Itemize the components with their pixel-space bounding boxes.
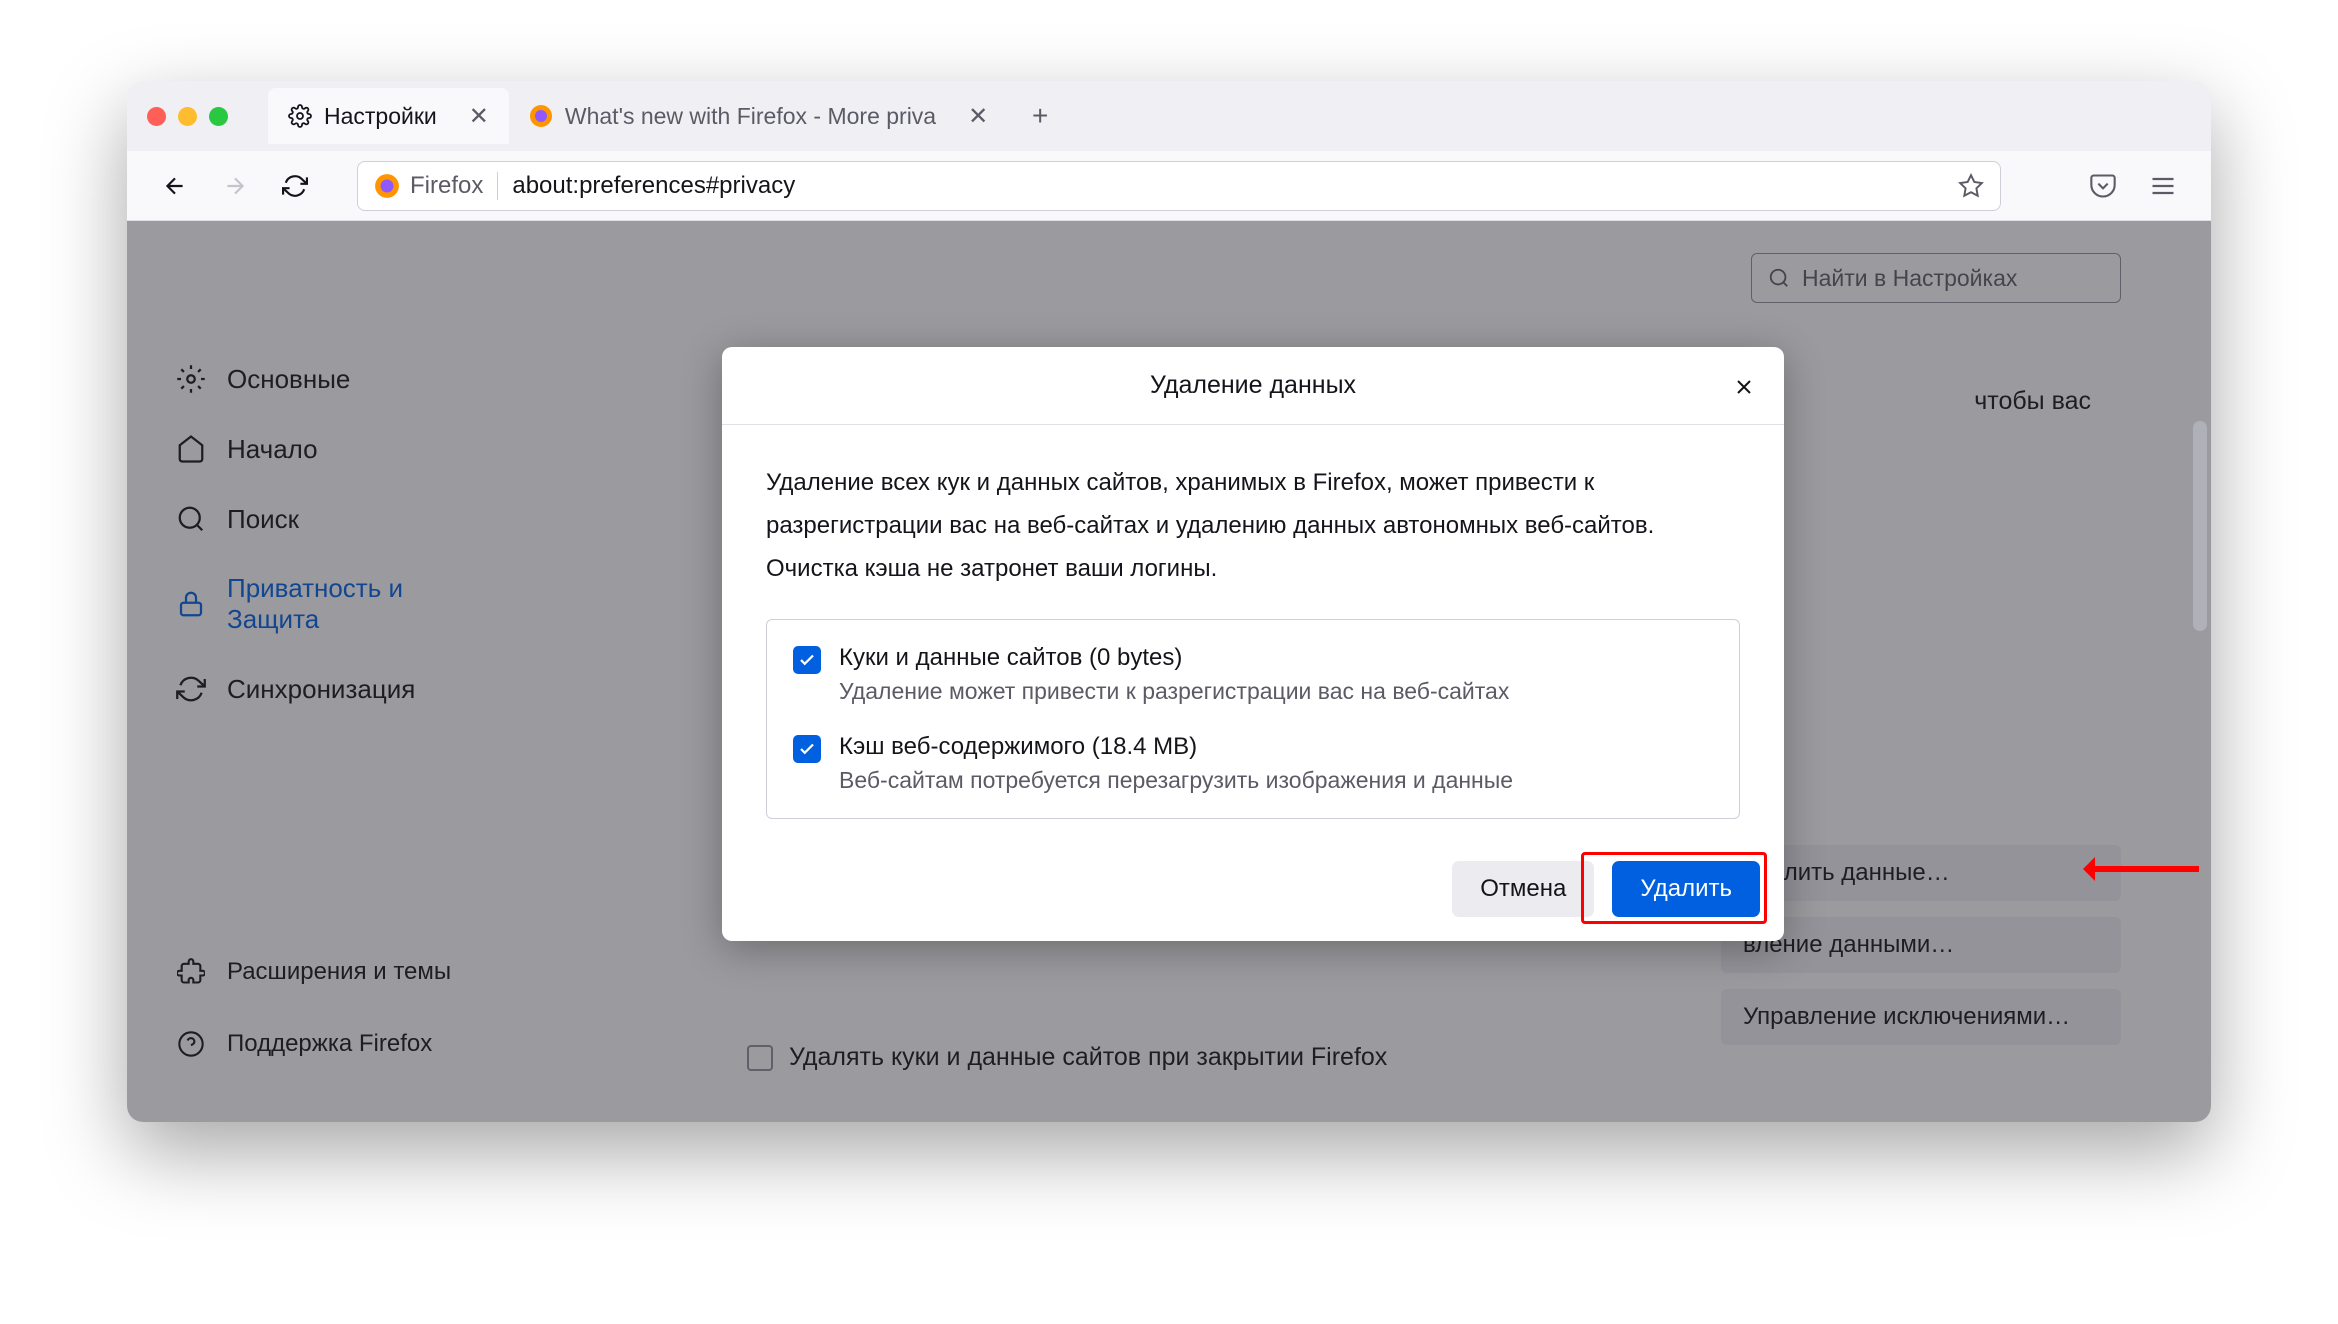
close-tab-icon[interactable]: ✕: [968, 102, 988, 131]
zoom-window-button[interactable]: [209, 107, 228, 126]
minimize-window-button[interactable]: [178, 107, 197, 126]
tab-settings[interactable]: Настройки ✕: [268, 88, 509, 144]
dialog-title: Удаление данных: [1150, 371, 1356, 400]
pocket-icon[interactable]: [2085, 168, 2121, 204]
reload-button[interactable]: [277, 168, 313, 204]
dialog-close-button[interactable]: [1728, 371, 1760, 403]
checkbox-sublabel: Удаление может привести к разрегистрации…: [839, 678, 1509, 705]
identity-box[interactable]: Firefox: [374, 172, 498, 200]
tab-label: Настройки: [324, 103, 437, 130]
clear-data-dialog: Удаление данных Удаление всех кук и данн…: [722, 347, 1784, 941]
dialog-header: Удаление данных: [722, 347, 1784, 425]
toolbar: Firefox about:preferences#privacy: [127, 151, 2211, 221]
scrollbar-thumb[interactable]: [2193, 421, 2207, 631]
menu-button[interactable]: [2145, 168, 2181, 204]
titlebar: Настройки ✕ What's new with Firefox - Mo…: [127, 81, 2211, 151]
tab-label: What's new with Firefox - More priva: [565, 103, 936, 130]
dialog-body: Удаление всех кук и данных сайтов, храни…: [722, 425, 1784, 855]
checkbox-cookies[interactable]: Куки и данные сайтов (0 bytes) Удаление …: [793, 644, 1713, 705]
checkbox-sublabel: Веб-сайтам потребуется перезагрузить изо…: [839, 767, 1513, 794]
close-tab-icon[interactable]: ✕: [469, 102, 489, 131]
bookmark-star-icon[interactable]: [1958, 173, 1984, 199]
content-area: Найти в Настройках Основные Начало Поиск…: [127, 221, 2211, 1122]
gear-icon: [288, 104, 312, 128]
annotation-arrow: [2089, 866, 2199, 872]
checkbox-cache[interactable]: Кэш веб-содержимого (18.4 MB) Веб-сайтам…: [793, 733, 1713, 794]
url-text: about:preferences#privacy: [512, 172, 795, 200]
dialog-description: Удаление всех кук и данных сайтов, храни…: [766, 461, 1740, 591]
tab-strip: Настройки ✕ What's new with Firefox - Mo…: [268, 81, 1060, 151]
tab-whatsnew[interactable]: What's new with Firefox - More priva ✕: [509, 88, 1008, 144]
firefox-icon: [374, 173, 400, 199]
forward-button[interactable]: [217, 168, 253, 204]
window-controls: [147, 107, 228, 126]
cancel-button[interactable]: Отмена: [1452, 861, 1594, 917]
checkbox-checked-icon: [793, 646, 821, 674]
close-window-button[interactable]: [147, 107, 166, 126]
browser-window: Настройки ✕ What's new with Firefox - Mo…: [127, 81, 2211, 1122]
dialog-checkbox-group: Куки и данные сайтов (0 bytes) Удаление …: [766, 619, 1740, 819]
checkbox-checked-icon: [793, 735, 821, 763]
checkbox-label: Кэш веб-содержимого (18.4 MB): [839, 733, 1513, 761]
firefox-icon: [529, 104, 553, 128]
new-tab-button[interactable]: +: [1020, 96, 1060, 136]
url-bar[interactable]: Firefox about:preferences#privacy: [357, 161, 2001, 211]
checkbox-label: Куки и данные сайтов (0 bytes): [839, 644, 1509, 672]
back-button[interactable]: [157, 168, 193, 204]
dialog-footer: Отмена Удалить: [722, 855, 1784, 941]
delete-button[interactable]: Удалить: [1612, 861, 1760, 917]
identity-label: Firefox: [410, 172, 483, 200]
